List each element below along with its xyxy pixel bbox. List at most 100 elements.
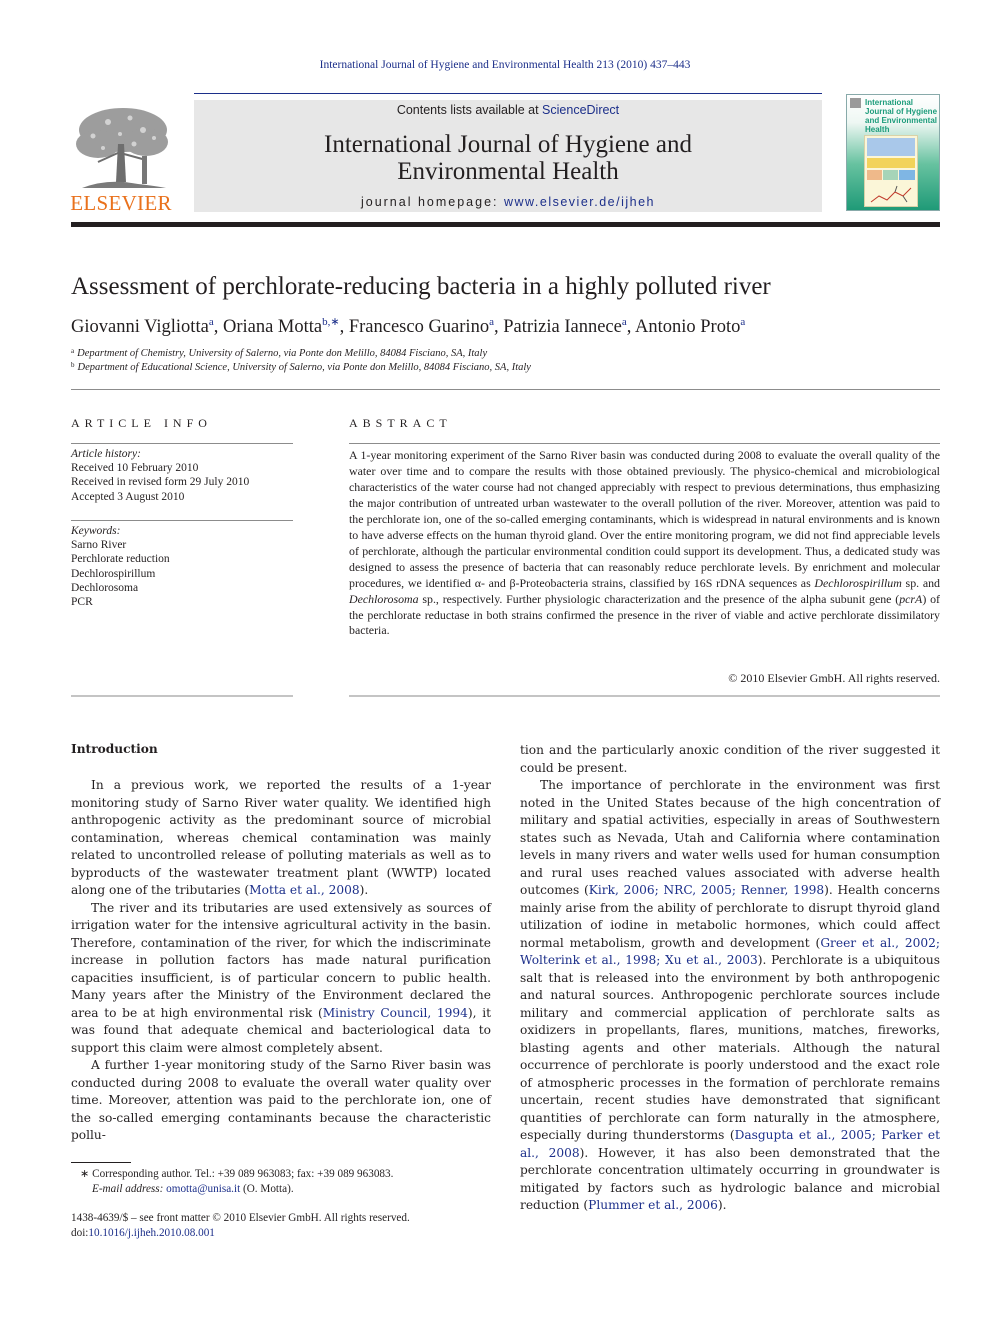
author-name: Francesco Guarino	[348, 317, 490, 337]
history-received: Received 10 February 2010	[71, 462, 199, 475]
email-suffix: (O. Motta).	[240, 1183, 294, 1195]
elsevier-tree-icon	[76, 108, 168, 188]
doi-prefix: doi:	[71, 1227, 89, 1239]
abstract-bottom-rule	[349, 695, 940, 697]
author-affiliation-mark[interactable]: a	[740, 316, 745, 328]
keywords-label: Keywords:	[71, 525, 121, 537]
footnote-rule	[71, 1162, 131, 1163]
author-separator: ,	[493, 317, 504, 337]
paragraph-text: ). However, it has also been demonstrate…	[520, 1145, 940, 1213]
doi-link[interactable]: 10.1016/j.ijheh.2010.08.001	[88, 1227, 214, 1239]
keywords: Keywords: Sarno River Perchlorate reduct…	[71, 524, 293, 609]
cover-molecule-icon	[870, 185, 912, 203]
article-history-label: Article history:	[71, 448, 141, 460]
affiliation-text: Department of Educational Science, Unive…	[77, 362, 531, 373]
body-paragraph: In a previous work, we reported the resu…	[71, 777, 491, 900]
body-right-column: tion and the particularly anoxic conditi…	[520, 742, 940, 1215]
author-name: Antonio Proto	[634, 317, 741, 337]
affiliation-a: a Department of Chemistry, University of …	[71, 347, 487, 359]
abstract-segment: A 1-year monitoring experiment of the Sa…	[349, 448, 940, 590]
masthead-top-rule	[194, 93, 822, 94]
corresponding-author-note: ∗ Corresponding author. Tel.: +39 089 96…	[80, 1167, 393, 1197]
history-accepted: Accepted 3 August 2010	[71, 490, 185, 503]
body-paragraph: The river and its tributaries are used e…	[71, 900, 491, 1058]
cover-graphic	[864, 135, 918, 207]
masthead: Contents lists available at ScienceDirec…	[194, 100, 822, 212]
journal-cover-thumbnail[interactable]: International Journal of Hygiene and Env…	[846, 94, 940, 211]
running-head[interactable]: International Journal of Hygiene and Env…	[0, 59, 992, 71]
abstract-segment: sp. and	[901, 575, 940, 590]
abstract-genus-dechlorospirillum: Dechlorospirillum	[814, 575, 902, 590]
keywords-rule	[71, 520, 293, 521]
article-history: Article history: Received 10 February 20…	[71, 447, 293, 504]
author-name: Oriana Motta	[222, 317, 323, 337]
keyword: Sarno River	[71, 539, 127, 552]
author: Antonio Protoa	[634, 316, 745, 337]
paragraph-text: In a previous work, we reported the resu…	[71, 778, 491, 897]
author-list: Giovanni Vigliottaa, Oriana Mottab,∗, Fr…	[71, 315, 745, 338]
journal-title-line-1: International Journal of Hygiene and	[324, 131, 692, 158]
author-name: Patrizia Iannece	[503, 317, 622, 337]
affiliation-mark: a	[71, 347, 75, 355]
citation-link[interactable]: Plummer et al., 2006	[588, 1198, 718, 1212]
journal-homepage-line: journal homepage: www.elsevier.de/ijheh	[194, 195, 822, 209]
email-link[interactable]: omotta@unisa.it	[166, 1183, 240, 1195]
author-separator: ,	[626, 317, 635, 337]
affiliation-b: b Department of Educational Science, Univ…	[71, 361, 531, 373]
author: Giovanni Vigliottaa,	[71, 316, 223, 337]
keyword: Perchlorate reduction	[71, 553, 170, 566]
body-paragraph: A further 1-year monitoring study of the…	[71, 1057, 491, 1145]
author: Francesco Guarinoa,	[348, 316, 504, 337]
citation-link[interactable]: Kirk, 2006; NRC, 2005; Renner, 1998	[589, 883, 824, 897]
paragraph-text: The importance of perchlorate in the env…	[520, 778, 940, 897]
history-revised: Received in revised form 29 July 2010	[71, 476, 250, 489]
elsevier-logo[interactable]: ELSEVIER	[68, 104, 174, 216]
journal-title-line-2: Environmental Health	[397, 158, 619, 185]
paragraph-text: ).	[359, 883, 369, 897]
body-paragraph: The importance of perchlorate in the env…	[520, 777, 940, 1215]
abstract-genus-dechlorosoma: Dechlorosoma	[349, 591, 419, 606]
author: Patrizia Iannecea,	[503, 316, 635, 337]
author: Oriana Mottab,∗,	[222, 316, 349, 337]
keyword: Dechlorosoma	[71, 581, 139, 594]
contents-prefix: Contents lists available at	[396, 103, 543, 117]
abstract-rule	[349, 443, 940, 444]
corresponding-author-text: ∗ Corresponding author. Tel.: +39 089 96…	[80, 1168, 394, 1180]
author-separator: ,	[339, 317, 349, 337]
citation-link[interactable]: Ministry Council, 1994	[323, 1006, 468, 1020]
paragraph-text: The river and its tributaries are used e…	[71, 900, 491, 1020]
body-left-column: In a previous work, we reported the resu…	[71, 777, 491, 1145]
sciencedirect-link[interactable]: ScienceDirect	[542, 103, 619, 117]
paragraph-text: A further 1-year monitoring study of the…	[71, 1058, 491, 1142]
author-separator: ,	[213, 317, 223, 337]
author-name: Giovanni Vigliotta	[71, 317, 209, 337]
abstract-text: A 1-year monitoring experiment of the Sa…	[349, 448, 940, 639]
keyword: PCR	[71, 596, 93, 609]
email-line: E-mail address: omotta@unisa.it (O. Mott…	[80, 1182, 393, 1197]
doi-line: doi:10.1016/j.ijheh.2010.08.001	[71, 1226, 410, 1241]
cover-title: International Journal of Hygiene and Env…	[865, 98, 938, 134]
author-affiliation-mark[interactable]: b,∗	[322, 316, 339, 328]
article-info-heading: ARTICLE INFO	[71, 416, 212, 430]
homepage-prefix: journal homepage:	[360, 195, 504, 209]
elsevier-wordmark: ELSEVIER	[70, 191, 172, 215]
abstract-gene-pcra: pcrA	[899, 591, 923, 606]
journal-homepage-link[interactable]: www.elsevier.de/ijheh	[504, 195, 655, 209]
body-paragraph-continuation: tion and the particularly anoxic conditi…	[520, 743, 940, 775]
paragraph-text: ).	[717, 1198, 727, 1212]
affiliation-text: Department of Chemistry, University of S…	[77, 348, 488, 359]
masthead-bottom-rule	[71, 222, 940, 227]
abstract-segment: sp., respectively. Further physiologic c…	[418, 591, 900, 606]
affiliation-mark: b	[71, 361, 75, 369]
paragraph-text: ). Perchlorate is a ubiquitous salt that…	[520, 953, 940, 1142]
cover-publisher-icon	[850, 98, 861, 108]
article-info-rule	[71, 443, 293, 444]
article-title: Assessment of perchlorate-reducing bacte…	[71, 273, 771, 300]
section-heading-introduction: Introduction	[71, 742, 158, 756]
front-matter: 1438-4639/$ – see front matter © 2010 El…	[71, 1211, 410, 1241]
citation-link[interactable]: Motta et al., 2008	[249, 883, 360, 897]
contents-available-line: Contents lists available at ScienceDirec…	[194, 103, 822, 117]
email-label: E-mail address:	[92, 1183, 164, 1195]
title-block-divider	[71, 389, 940, 390]
abstract-heading: ABSTRACT	[349, 416, 452, 430]
